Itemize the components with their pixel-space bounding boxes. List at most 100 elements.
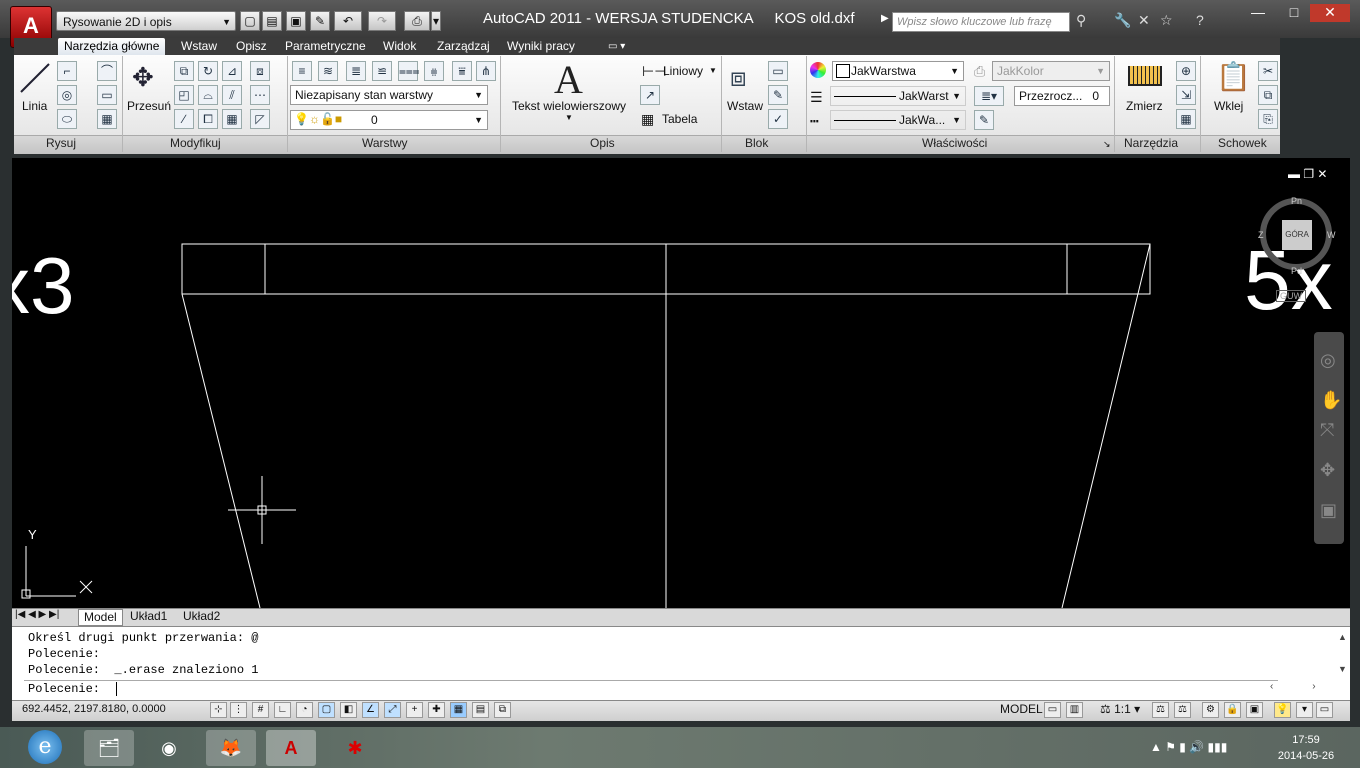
- compass-east[interactable]: W: [1327, 230, 1336, 240]
- lightbulb-icon[interactable]: 💡☼🔓■: [294, 112, 342, 126]
- compass-north[interactable]: Pn: [1291, 196, 1302, 206]
- redo-icon[interactable]: ↷: [368, 11, 396, 31]
- clock-time[interactable]: 17:59: [1276, 734, 1336, 746]
- polar-icon[interactable]: ◔: [296, 702, 313, 718]
- dialog-launcher-icon[interactable]: ↘: [1103, 139, 1111, 150]
- chevron-down-icon[interactable]: ▼: [565, 113, 573, 122]
- quick-view-drawings-icon[interactable]: ▥: [1066, 702, 1083, 718]
- save-icon[interactable]: ▣: [286, 11, 306, 31]
- otrack-icon[interactable]: ∠: [362, 702, 379, 718]
- linetype-icon[interactable]: ┅: [810, 113, 818, 130]
- clock-date[interactable]: 2014-05-26: [1270, 750, 1342, 762]
- search-expand-icon[interactable]: ▶: [881, 13, 889, 24]
- status-menu-icon[interactable]: ▾: [1296, 702, 1313, 718]
- command-prompt[interactable]: Polecenie:: [28, 682, 100, 696]
- copy-clip-icon[interactable]: ⧉: [1258, 85, 1278, 105]
- compass-south[interactable]: Pd: [1291, 266, 1302, 276]
- rotate-icon[interactable]: ↻: [198, 61, 218, 81]
- maximize-button[interactable]: □: [1280, 4, 1308, 22]
- lineweight-toggle-icon[interactable]: ✚: [428, 702, 445, 718]
- quick-view-layouts-icon[interactable]: ▭: [1044, 702, 1061, 718]
- undo-icon[interactable]: ↶: [334, 11, 362, 31]
- tab-layout1[interactable]: Układ1: [125, 609, 172, 624]
- favorites-star-icon[interactable]: ☆: [1160, 12, 1173, 29]
- circle-icon[interactable]: ◎: [57, 85, 77, 105]
- ruler-icon[interactable]: [1128, 66, 1162, 86]
- quick-select-icon[interactable]: ⊕: [1176, 61, 1196, 81]
- annotation-visibility-icon[interactable]: ⚖: [1152, 702, 1169, 718]
- layer-lock-icon[interactable]: ⩸: [452, 61, 472, 81]
- tab-manage[interactable]: Zarządzaj: [437, 38, 490, 55]
- ortho-icon[interactable]: ∟: [274, 702, 291, 718]
- orbit-icon[interactable]: ✥: [1320, 460, 1335, 481]
- match-icon[interactable]: ⎘: [1258, 109, 1278, 129]
- multileader-icon[interactable]: ↗: [640, 85, 660, 105]
- system-tray-icons[interactable]: ▲ ⚑ ▮ 🔊 ▮▮▮: [1150, 740, 1227, 754]
- lineweight-icon[interactable]: ☰: [810, 89, 823, 106]
- workspace-switcher[interactable]: Rysowanie 2D i opis ▼: [56, 11, 236, 31]
- hatch-icon[interactable]: ▦: [97, 109, 117, 129]
- open-file-icon[interactable]: ▤: [262, 11, 282, 31]
- infer-constraints-icon[interactable]: ⊹: [210, 702, 227, 718]
- internet-explorer-icon[interactable]: e: [28, 730, 62, 764]
- firefox-icon[interactable]: 🦊: [206, 730, 256, 766]
- dyn-icon[interactable]: +: [406, 702, 423, 718]
- layout-nav-arrows[interactable]: |◀ ◀ ▶ ▶|: [15, 609, 59, 620]
- close-button[interactable]: ✕: [1310, 4, 1350, 22]
- cut-icon[interactable]: ✂: [1258, 61, 1278, 81]
- communication-center-icon[interactable]: ✕: [1138, 12, 1150, 29]
- create-block-icon[interactable]: ▭: [768, 61, 788, 81]
- viewcube-top-face[interactable]: GÓRA: [1282, 220, 1312, 250]
- new-file-icon[interactable]: ▢: [240, 11, 260, 31]
- panel-title-annotation[interactable]: Opis: [590, 136, 615, 150]
- line-icon[interactable]: [18, 60, 52, 96]
- ribbon-minimize-icon[interactable]: ▭ ▾: [608, 38, 625, 55]
- quick-properties-icon[interactable]: ▤: [472, 702, 489, 718]
- minimize-button[interactable]: —: [1244, 4, 1272, 22]
- plot-icon[interactable]: ⎙: [404, 11, 430, 31]
- scale-icon[interactable]: ⧠: [198, 109, 218, 129]
- offset-icon[interactable]: ∕: [174, 109, 194, 129]
- wcs-menu[interactable]: GUW: [1276, 290, 1306, 302]
- erase-icon[interactable]: ⧈: [250, 61, 270, 81]
- snap-icon[interactable]: ⋮: [230, 702, 247, 718]
- help-icon[interactable]: ?: [1196, 12, 1204, 28]
- selection-cycling-icon[interactable]: ⧉: [494, 702, 511, 718]
- chrome-icon[interactable]: ◉: [144, 730, 194, 766]
- tab-parametric[interactable]: Parametryczne: [285, 38, 366, 55]
- tab-view[interactable]: Widok: [383, 38, 416, 55]
- search-input[interactable]: Wpisz słowo kluczowe lub frazę: [892, 12, 1070, 32]
- autocad-taskbar-icon[interactable]: A: [266, 730, 316, 766]
- color-dropdown[interactable]: JakWarstwa ▼: [832, 61, 964, 81]
- workspace-switching-icon[interactable]: ⚙: [1202, 702, 1219, 718]
- tab-model[interactable]: Model: [78, 609, 123, 626]
- command-hscroll[interactable]: ‹ ›: [1270, 681, 1338, 693]
- table-icon[interactable]: ▦: [641, 111, 654, 128]
- panel-title-draw[interactable]: Rysuj: [46, 136, 76, 150]
- explode-icon[interactable]: ⋯: [250, 85, 270, 105]
- subscription-icon[interactable]: 🔧: [1114, 12, 1131, 29]
- arc-icon[interactable]: ⌒: [97, 61, 117, 81]
- edit-block-icon[interactable]: ✎: [768, 85, 788, 105]
- ellipse-icon[interactable]: ⬭: [57, 109, 77, 129]
- compass-west[interactable]: Z: [1258, 230, 1264, 240]
- save-as-icon[interactable]: ✎: [310, 11, 330, 31]
- grid-icon[interactable]: #: [252, 702, 269, 718]
- binoculars-icon[interactable]: ⚲: [1076, 12, 1086, 29]
- mirror-icon[interactable]: ⫽: [222, 85, 242, 105]
- trim-icon[interactable]: ⊿: [222, 61, 242, 81]
- transparency-field[interactable]: Przezrocz... 0: [1014, 86, 1110, 106]
- calculator-icon[interactable]: ▦: [1176, 109, 1196, 129]
- pan-icon[interactable]: ✋: [1320, 390, 1342, 411]
- stretch-icon[interactable]: ◰: [174, 85, 194, 105]
- layer-state-dropdown[interactable]: Niezapisany stan warstwy ▼: [290, 85, 488, 105]
- clean-screen-icon[interactable]: ▭: [1316, 702, 1333, 718]
- layer-isolate-icon[interactable]: ≣: [346, 61, 366, 81]
- command-scroll-up[interactable]: ▲: [1338, 632, 1347, 642]
- ducs-icon[interactable]: ⤢: [384, 702, 401, 718]
- chevron-down-icon[interactable]: ▼: [709, 66, 717, 75]
- layer-match-icon[interactable]: ⩶: [398, 61, 420, 81]
- coordinates-readout[interactable]: 692.4452, 2197.8180, 0.0000: [22, 703, 166, 715]
- viewport-controls[interactable]: ▬ ❐ ✕: [1288, 167, 1327, 181]
- chamfer-icon[interactable]: ◸: [250, 109, 270, 129]
